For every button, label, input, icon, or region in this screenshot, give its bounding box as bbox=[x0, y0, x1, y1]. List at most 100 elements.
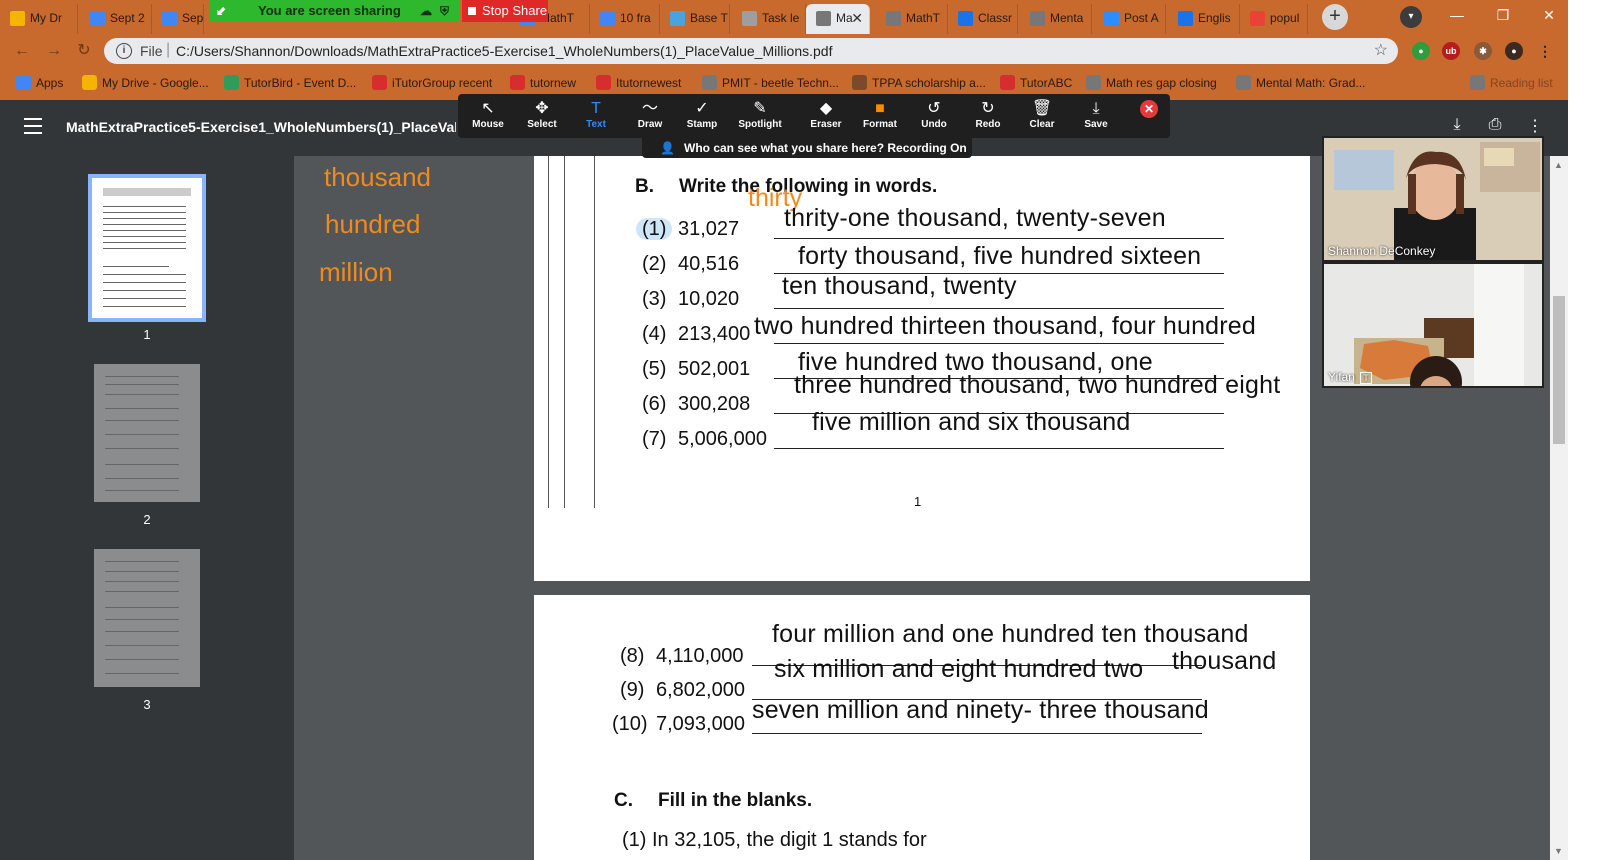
tab-label: popul bbox=[1270, 11, 1300, 25]
bookmark-item[interactable]: TutorABC bbox=[1000, 75, 1072, 90]
forward-arrow-icon[interactable]: → bbox=[44, 41, 64, 61]
back-arrow-icon[interactable]: ← bbox=[12, 41, 32, 61]
select-tool-button[interactable]: ✥ Select bbox=[516, 94, 568, 138]
mouse-tool-button[interactable]: ↖ Mouse bbox=[462, 94, 514, 138]
video-panel-shannon[interactable]: Shannon DeConkey bbox=[1322, 136, 1544, 262]
tab-9[interactable]: Classr bbox=[948, 4, 1018, 34]
redo-tool-button[interactable]: ↻ Redo bbox=[962, 94, 1014, 138]
spotlight-tool-button[interactable]: ✎ Spotlight bbox=[734, 94, 786, 138]
scrollbar-thumb[interactable] bbox=[1553, 296, 1565, 444]
url-separator: | bbox=[166, 41, 171, 58]
tab-1[interactable]: Sept 2 bbox=[80, 4, 152, 34]
google-icon bbox=[1250, 11, 1265, 26]
who-can-see-bar[interactable]: 👤 Who can see what you share here? Recor… bbox=[642, 138, 972, 158]
tab-2[interactable]: Sept bbox=[152, 4, 204, 34]
minimize-button[interactable]: — bbox=[1434, 0, 1480, 30]
side-word-thousand: thousand bbox=[324, 162, 431, 192]
reload-icon[interactable]: ↻ bbox=[74, 41, 94, 61]
document-scrollbar[interactable]: ▲ ▼ bbox=[1550, 156, 1568, 860]
globe-icon bbox=[1030, 11, 1045, 26]
stop-share-button[interactable]: Stop Share bbox=[462, 0, 548, 22]
participant-name: Yifan bbox=[1328, 370, 1355, 384]
scroll-down-arrow-icon[interactable]: ▼ bbox=[1554, 846, 1563, 856]
item-value: 4,110,000 bbox=[656, 645, 744, 667]
page-number: 1 bbox=[914, 494, 922, 509]
restore-button[interactable]: ❐ bbox=[1480, 0, 1526, 30]
scroll-up-arrow-icon[interactable]: ▲ bbox=[1554, 160, 1563, 170]
draw-tool-button[interactable]: 〜 Draw bbox=[624, 94, 676, 138]
bookmark-item[interactable]: TPPA scholarship a... bbox=[852, 75, 986, 90]
bookmark-label: My Drive - Google... bbox=[102, 76, 209, 90]
profile-avatar[interactable]: ● bbox=[1505, 42, 1523, 60]
bookmark-label: PMIT - beetle Techn... bbox=[722, 76, 839, 90]
tab-4[interactable]: 10 fra bbox=[590, 4, 660, 34]
bookmark-item[interactable]: Reading list bbox=[1470, 75, 1553, 90]
tab-8[interactable]: MathT bbox=[876, 4, 948, 34]
bookmark-item[interactable]: Math res gap closing bbox=[1086, 75, 1217, 90]
tab-0[interactable]: My Dr bbox=[0, 4, 78, 34]
bookmark-item[interactable]: PMIT - beetle Techn... bbox=[702, 75, 839, 90]
undo-tool-button[interactable]: ↺ Undo bbox=[908, 94, 960, 138]
stamp-tool-button[interactable]: ✓ Stamp bbox=[676, 94, 728, 138]
right-gutter bbox=[1568, 0, 1600, 860]
more-options-icon[interactable]: ⋮ bbox=[1524, 116, 1546, 138]
menu-dots-icon[interactable]: ⋮ bbox=[1536, 42, 1554, 60]
save-tool-button[interactable]: ⤓ Save bbox=[1070, 94, 1122, 138]
page-thumbnail-3[interactable] bbox=[94, 549, 200, 687]
text-tool-button[interactable]: T Text bbox=[570, 94, 622, 138]
video-panel-yifan[interactable]: Yifan T bbox=[1322, 262, 1544, 388]
bookmark-star-icon[interactable]: ☆ bbox=[1374, 40, 1388, 60]
reading-list-icon bbox=[1470, 75, 1485, 90]
sidebar-menu-icon[interactable] bbox=[24, 118, 42, 134]
save-icon: ⤓ bbox=[1092, 100, 1100, 117]
pdf-page-1: B. Write the following in words. thirty … bbox=[534, 156, 1310, 581]
bookmark-item[interactable]: Apps bbox=[16, 75, 63, 90]
extension-green-icon[interactable]: ● bbox=[1412, 42, 1430, 60]
bookmark-item[interactable]: iTutorGroup recent bbox=[372, 75, 492, 90]
tab-7[interactable]: Ma ✕ bbox=[806, 4, 870, 34]
url-text[interactable]: C:/Users/Shannon/Downloads/MathExtraPrac… bbox=[176, 43, 832, 59]
page-thumbnail-1[interactable] bbox=[88, 174, 206, 322]
tool-label: Undo bbox=[921, 119, 947, 130]
close-annotate-button[interactable]: ✕ bbox=[1140, 100, 1158, 118]
tool-label: Text bbox=[586, 119, 606, 130]
format-tool-button[interactable]: ■ Format bbox=[854, 94, 906, 138]
info-icon[interactable]: i bbox=[116, 43, 132, 59]
address-bar[interactable]: i File | C:/Users/Shannon/Downloads/Math… bbox=[104, 38, 1398, 64]
bookmark-item[interactable]: tutornew bbox=[510, 75, 576, 90]
bookmark-item[interactable]: TutorBird - Event D... bbox=[224, 75, 356, 90]
clear-tool-button[interactable]: 🗑 Clear bbox=[1016, 94, 1068, 138]
tab-label: My Dr bbox=[30, 11, 62, 25]
tab-13[interactable]: popul bbox=[1240, 4, 1308, 34]
sharing-shield-icon: ⛨ bbox=[440, 4, 450, 18]
eraser-tool-button[interactable]: ◆ Eraser bbox=[800, 94, 852, 138]
docs-icon bbox=[600, 11, 615, 26]
close-window-button[interactable]: ✕ bbox=[1526, 0, 1572, 30]
bookmark-item[interactable]: Mental Math: Grad... bbox=[1236, 75, 1365, 90]
extensions-puzzle-icon[interactable]: ✱ bbox=[1474, 42, 1492, 60]
section-b-letter: B. bbox=[635, 176, 654, 197]
print-icon[interactable]: ⎙ bbox=[1484, 116, 1506, 138]
tab-6[interactable]: Task le bbox=[732, 4, 806, 34]
page-thumbnail-2[interactable] bbox=[94, 364, 200, 502]
ublock-icon[interactable]: ub bbox=[1442, 42, 1460, 60]
sharing-grip-icon[interactable]: ⬋ bbox=[216, 0, 226, 22]
tool-label: Clear bbox=[1029, 119, 1055, 130]
tab-12[interactable]: Englis bbox=[1168, 4, 1240, 34]
tab-5[interactable]: Base T bbox=[660, 4, 730, 34]
drive-icon bbox=[10, 11, 25, 26]
bookmark-item[interactable]: Itutornewest bbox=[596, 75, 681, 90]
globe-icon bbox=[1236, 75, 1251, 90]
download-icon[interactable]: ⤓ bbox=[1446, 116, 1468, 138]
eraser-icon: ◆ bbox=[819, 100, 833, 117]
address-row: ← → ↻ i File | C:/Users/Shannon/Download… bbox=[0, 34, 1600, 68]
tab-11[interactable]: Post A bbox=[1094, 4, 1166, 34]
mouse-icon: ↖ bbox=[481, 100, 495, 117]
new-tab-button[interactable]: + bbox=[1322, 4, 1348, 30]
bookmark-item[interactable]: My Drive - Google... bbox=[82, 75, 209, 90]
tab-10[interactable]: Menta bbox=[1020, 4, 1092, 34]
tab-search-icon[interactable]: ▾ bbox=[1400, 6, 1422, 28]
tool-label: Select bbox=[527, 119, 557, 130]
handwritten-answer: seven million and ninety- three thousand bbox=[752, 696, 1209, 724]
tab-close-icon[interactable]: ✕ bbox=[851, 4, 863, 32]
